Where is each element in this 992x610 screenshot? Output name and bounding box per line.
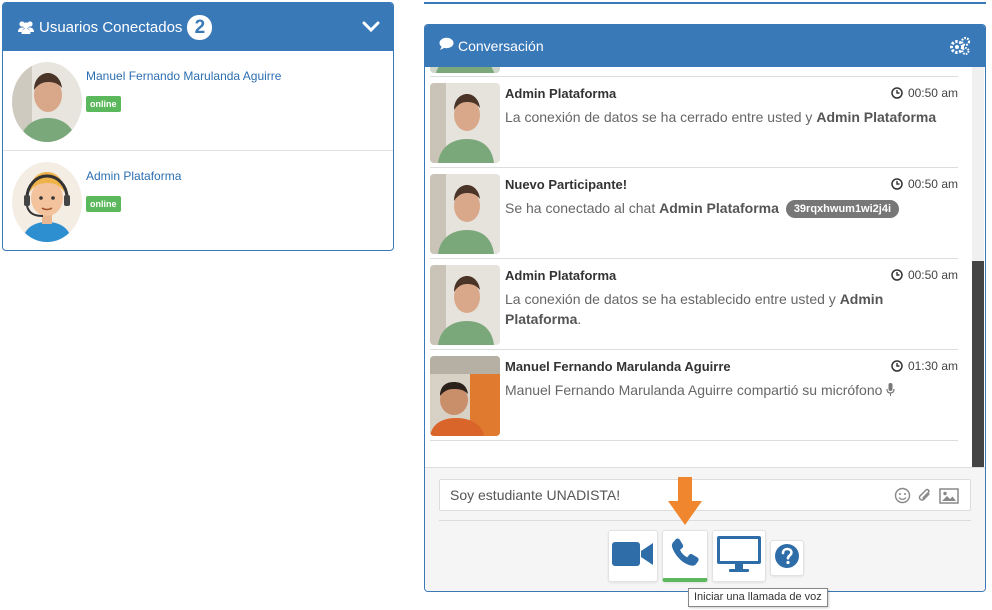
message-text-part: La conexión de datos se ha establecido e… — [505, 291, 840, 307]
message-time: 01:30 am — [891, 359, 958, 373]
users-panel-title: Usuarios Conectados — [39, 18, 183, 36]
users-icon — [17, 20, 35, 34]
session-id-badge: 39rqxhwum1wi2j4i — [785, 200, 900, 218]
message-text-part: La conexión de datos se ha cerrado entre… — [505, 109, 817, 125]
sender-avatar — [430, 174, 500, 254]
users-panel-header: Usuarios Conectados 2 — [3, 3, 393, 51]
message-input[interactable] — [439, 479, 971, 511]
clock-icon — [891, 178, 903, 190]
message-time: 00:50 am — [891, 177, 958, 191]
message-text-part: Manuel Fernando Marulanda Aguirre compar… — [505, 382, 883, 398]
message-list-item: Nuevo Participante! 00:50 am Se ha conec… — [430, 169, 958, 259]
sender-avatar — [430, 356, 500, 436]
status-badge: online — [86, 96, 121, 112]
message-text-part: Se ha conectado al chat — [505, 200, 660, 216]
message-sender: Manuel Fernando Marulanda Aguirre — [505, 359, 731, 374]
message-time-text: 00:50 am — [907, 86, 958, 100]
conversation-header: Conversación — [425, 25, 985, 67]
message-time: 00:50 am — [891, 268, 958, 282]
message-scrollbar-thumb[interactable] — [972, 261, 984, 467]
message-text-part: . — [577, 311, 582, 327]
pointer-arrow-icon — [668, 477, 702, 525]
video-call-button[interactable] — [608, 530, 658, 582]
question-circle-icon — [774, 543, 800, 574]
image-icon[interactable] — [939, 487, 959, 504]
message-time-text: 00:50 am — [907, 177, 958, 191]
top-divider — [424, 2, 986, 4]
message-text-bold: Admin Plataforma — [816, 109, 937, 125]
clock-icon — [891, 87, 903, 99]
sender-avatar — [430, 83, 500, 163]
status-badge: online — [86, 196, 121, 212]
voice-call-button[interactable] — [662, 530, 708, 582]
message-text: La conexión de datos se ha cerrado entre… — [505, 107, 950, 127]
video-camera-icon — [611, 539, 655, 574]
smile-icon[interactable] — [894, 487, 911, 504]
sender-avatar — [430, 265, 500, 345]
message-list-item: Manuel Fernando Marulanda Aguirre 01:30 … — [430, 351, 958, 441]
composer-icons — [894, 487, 959, 504]
message-list[interactable]: Admin Plataforma 00:50 am La conexión de… — [425, 67, 985, 467]
phone-icon — [669, 536, 701, 573]
user-list-item[interactable]: Admin Plataforma online — [3, 151, 393, 250]
sender-avatar — [430, 67, 500, 73]
message-time-text: 01:30 am — [907, 359, 958, 373]
user-list-item[interactable]: Manuel Fernando Marulanda Aguirre online — [3, 51, 393, 151]
screen-share-button[interactable] — [712, 530, 766, 582]
composer-area — [425, 467, 985, 591]
chat-bubble-icon — [439, 37, 454, 55]
message-text: Manuel Fernando Marulanda Aguirre compar… — [505, 380, 950, 400]
conversation-panel: Conversación Admin Plataforma 00:50 am L… — [424, 24, 986, 592]
paperclip-icon[interactable] — [917, 487, 933, 504]
clock-icon — [891, 269, 903, 281]
monitor-icon — [715, 534, 763, 579]
message-time: 00:50 am — [891, 86, 958, 100]
chevron-down-icon[interactable] — [361, 17, 381, 37]
message-text-bold: Admin Plataforma — [659, 200, 779, 216]
message-list-item: Admin Plataforma 00:50 am La conexión de… — [430, 260, 958, 350]
microphone-icon — [886, 383, 895, 396]
help-button[interactable] — [770, 540, 804, 576]
message-list-item: Admin Plataforma 00:50 am La conexión de… — [430, 78, 958, 168]
message-time-text: 00:50 am — [907, 268, 958, 282]
message-list-item — [430, 67, 958, 77]
message-sender: Nuevo Participante! — [505, 177, 628, 192]
user-avatar — [12, 162, 82, 242]
message-text: La conexión de datos se ha establecido e… — [505, 289, 950, 329]
voice-call-tooltip: Iniciar una llamada de voz — [688, 588, 828, 607]
composer-divider — [439, 520, 971, 521]
user-name-link[interactable]: Admin Plataforma — [86, 169, 181, 183]
conversation-title: Conversación — [458, 38, 544, 54]
users-count-badge: 2 — [187, 14, 213, 40]
message-sender: Admin Plataforma — [505, 86, 617, 101]
clock-icon — [891, 360, 903, 372]
message-text: Se ha conectado al chat Admin Plataforma… — [505, 198, 950, 218]
connected-users-panel: Usuarios Conectados 2 Manuel Fernando Ma… — [2, 2, 394, 251]
gears-icon[interactable] — [949, 36, 971, 56]
message-sender: Admin Plataforma — [505, 268, 617, 283]
user-name-link[interactable]: Manuel Fernando Marulanda Aguirre — [86, 69, 281, 83]
user-avatar — [12, 62, 82, 142]
